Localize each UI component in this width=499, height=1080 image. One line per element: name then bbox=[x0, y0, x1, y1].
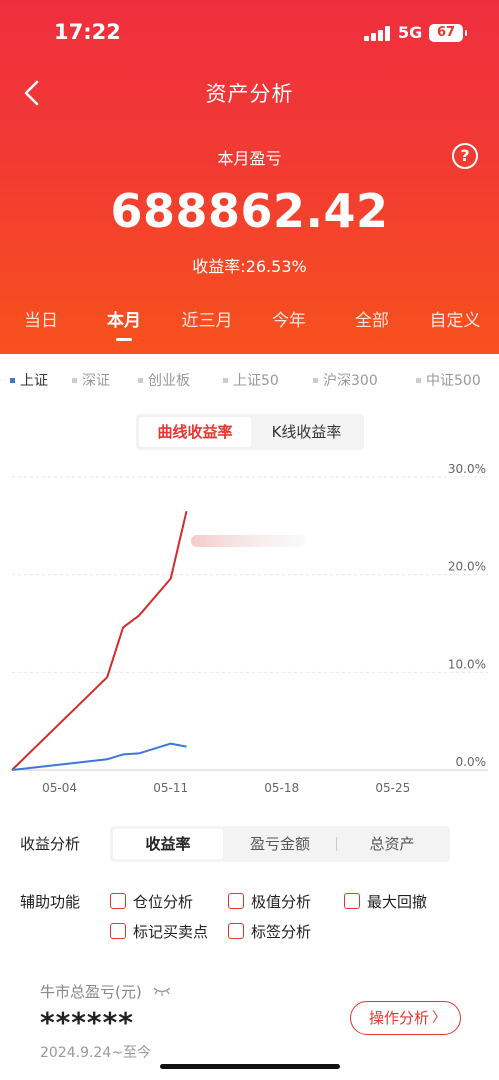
legend-square-icon bbox=[10, 377, 15, 383]
yield-rate: 收益率:26.53% bbox=[192, 257, 307, 276]
index-tabs: 上证 深证 创业板 上证50 沪深300 中证500 bbox=[0, 370, 499, 392]
max-drawdown-checkbox[interactable]: 最大回撤 bbox=[344, 891, 427, 912]
segment-divider bbox=[336, 837, 337, 851]
tab-this-month[interactable]: 本月 bbox=[107, 306, 141, 341]
pnl-label: 本月盈亏 bbox=[217, 149, 282, 168]
nav-bar: 资产分析 bbox=[0, 66, 499, 120]
checkbox-icon bbox=[110, 892, 126, 909]
legend-square-icon bbox=[138, 377, 143, 383]
analysis-label: 收益分析 bbox=[20, 835, 81, 853]
header: 17:22 5G 67 资产分析 本月盈亏 ? 688862.42 收益率:26… bbox=[0, 0, 499, 354]
index-tab-csi500[interactable]: 中证500 bbox=[416, 370, 481, 390]
tag-analysis-checkbox[interactable]: 标签分析 bbox=[228, 921, 311, 942]
yield-chart[interactable]: 30.0% 20.0% 10.0% 0.0% 05-04 05-11 05-18 05-25 bbox=[0, 452, 499, 802]
index-tab-shanghai[interactable]: 上证 bbox=[10, 370, 48, 390]
portfolio-yield-line bbox=[11, 510, 188, 771]
checkbox-label: 标记买卖点 bbox=[133, 923, 209, 941]
position-analysis-checkbox[interactable]: 仓位分析 bbox=[110, 891, 193, 912]
pnl-amount-option[interactable]: 盈亏金额 bbox=[225, 829, 335, 859]
pnl-value: 688862.42 bbox=[110, 184, 389, 238]
status-bar: 17:22 5G 67 bbox=[0, 0, 499, 66]
page-title: 资产分析 bbox=[205, 82, 294, 106]
y-tick-label: 0.0% bbox=[456, 755, 487, 769]
x-tick-label: 05-11 bbox=[153, 781, 188, 795]
help-icon[interactable]: ? bbox=[452, 143, 478, 169]
total-assets-option[interactable]: 总资产 bbox=[337, 829, 447, 859]
index-tab-label: 上证 bbox=[20, 373, 48, 389]
legend-square-icon bbox=[416, 377, 421, 383]
legend-square-icon bbox=[313, 377, 318, 383]
tab-last-three-months[interactable]: 近三月 bbox=[182, 306, 233, 331]
checkbox-icon bbox=[228, 892, 244, 909]
index-tab-chinext[interactable]: 创业板 bbox=[138, 370, 190, 390]
x-tick-label: 05-04 bbox=[42, 781, 77, 795]
chart-mode-toggle: 曲线收益率 K线收益率 bbox=[136, 414, 364, 450]
chevron-right-icon: 〉 bbox=[432, 1010, 446, 1026]
checkbox-label: 标签分析 bbox=[251, 923, 312, 941]
y-tick-label: 20.0% bbox=[448, 560, 486, 574]
index-tab-label: 深证 bbox=[82, 373, 110, 389]
x-tick-label: 05-18 bbox=[264, 781, 299, 795]
bull-pnl-label: 牛市总盈亏(元) bbox=[40, 983, 142, 1001]
period-tabs: 当日 本月 近三月 今年 全部 自定义 bbox=[0, 306, 499, 346]
y-tick-label: 10.0% bbox=[448, 657, 486, 671]
index-yield-line bbox=[11, 742, 187, 771]
checkbox-icon bbox=[344, 892, 360, 909]
battery-icon: 67 bbox=[429, 24, 467, 42]
mark-trades-checkbox[interactable]: 标记买卖点 bbox=[110, 921, 208, 942]
x-tick-label: 05-25 bbox=[375, 781, 410, 795]
yield-rate-option[interactable]: 收益率 bbox=[113, 829, 223, 859]
index-tab-label: 中证500 bbox=[426, 373, 481, 389]
network-type: 5G bbox=[398, 23, 423, 42]
index-tab-shenzhen[interactable]: 深证 bbox=[72, 370, 110, 390]
legend-square-icon bbox=[72, 377, 77, 383]
operation-analysis-button[interactable]: 操作分析 〉 bbox=[350, 1001, 461, 1035]
bull-date-range: 2024.9.24~至今 bbox=[40, 1045, 151, 1061]
checkbox-icon bbox=[228, 922, 244, 939]
index-tab-label: 上证50 bbox=[233, 373, 279, 389]
bull-pnl-value: ****** bbox=[40, 1006, 134, 1039]
blurred-tooltip bbox=[191, 535, 306, 547]
operation-analysis-label: 操作分析 bbox=[369, 1009, 430, 1027]
index-tab-csi300[interactable]: 沪深300 bbox=[313, 370, 378, 390]
tab-today[interactable]: 当日 bbox=[24, 306, 58, 331]
checkbox-label: 仓位分析 bbox=[133, 893, 194, 911]
index-tab-sse50[interactable]: 上证50 bbox=[223, 370, 279, 390]
checkbox-label: 最大回撤 bbox=[367, 893, 428, 911]
curve-yield-button[interactable]: 曲线收益率 bbox=[139, 417, 251, 447]
aux-label: 辅助功能 bbox=[20, 893, 81, 911]
signal-icon bbox=[364, 25, 390, 41]
index-tab-label: 创业板 bbox=[148, 373, 190, 389]
y-tick-label: 30.0% bbox=[448, 462, 486, 476]
tab-this-year[interactable]: 今年 bbox=[272, 306, 306, 331]
index-tab-label: 沪深300 bbox=[323, 373, 378, 389]
analysis-segment: 收益率 盈亏金额 总资产 bbox=[110, 826, 450, 862]
checkbox-icon bbox=[110, 922, 126, 939]
home-indicator bbox=[160, 1064, 340, 1069]
extreme-analysis-checkbox[interactable]: 极值分析 bbox=[228, 891, 311, 912]
status-time: 17:22 bbox=[54, 20, 121, 44]
kline-yield-button[interactable]: K线收益率 bbox=[252, 417, 361, 447]
legend-square-icon bbox=[223, 377, 228, 383]
eye-closed-icon[interactable] bbox=[152, 985, 172, 997]
tab-all[interactable]: 全部 bbox=[355, 306, 389, 331]
tab-custom[interactable]: 自定义 bbox=[430, 306, 481, 331]
checkbox-label: 极值分析 bbox=[251, 893, 312, 911]
